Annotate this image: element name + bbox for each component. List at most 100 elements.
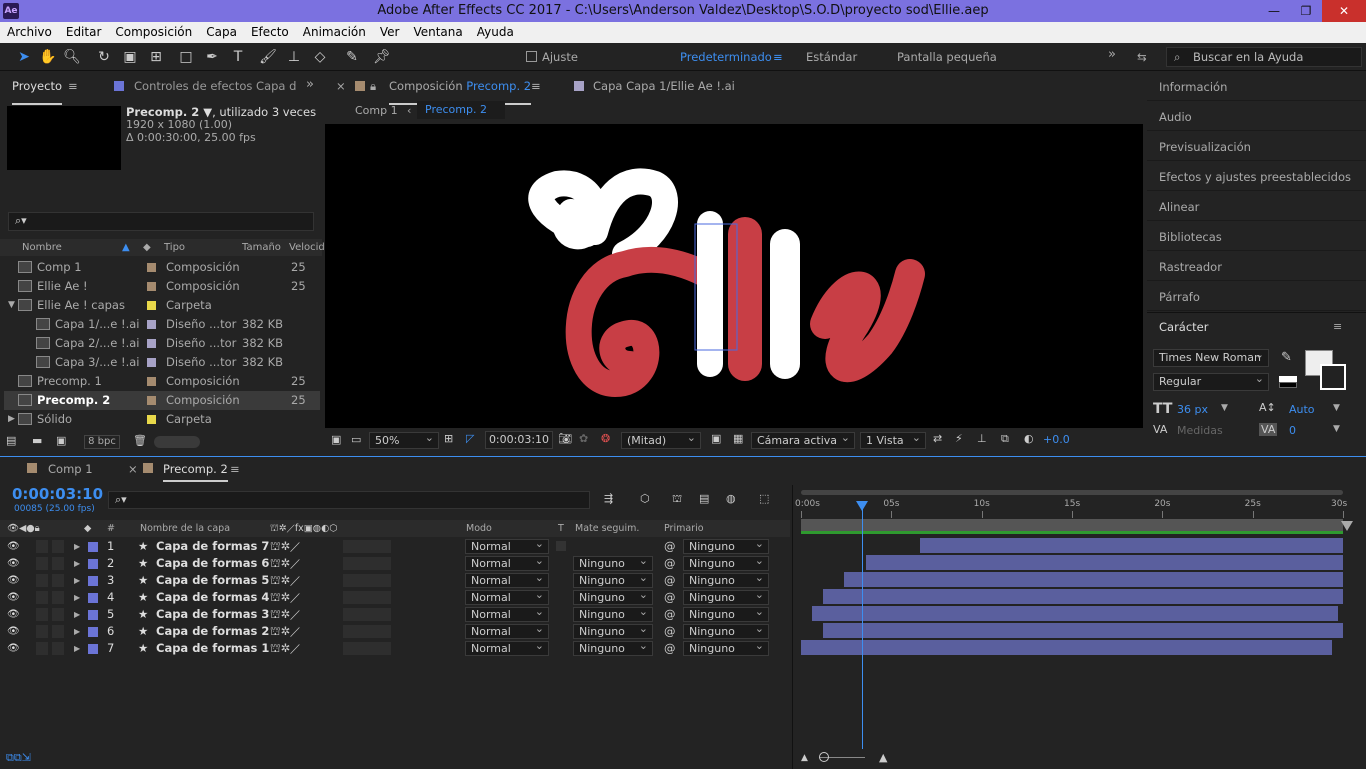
label-color[interactable] [147,377,156,386]
fast-previews-icon[interactable]: ⚡︎ [955,432,963,445]
tab-project[interactable]: Proyecto [12,79,62,105]
menu-item-5[interactable]: Animación [296,22,373,43]
snapshot-icon[interactable]: 📷︎ [558,432,572,445]
col-mode[interactable]: Modo [466,520,492,537]
label-color[interactable] [147,358,156,367]
breadcrumb-comp1[interactable]: Comp 1 [355,104,398,117]
work-area-bar[interactable] [801,519,1343,531]
close-tab-icon[interactable]: × [336,79,346,105]
pick-whip-icon[interactable]: @ [664,606,676,623]
expand-layer-icon[interactable]: ▶ [74,640,80,657]
font-style-dropdown[interactable]: Regular [1153,371,1269,391]
rectangle-tool-icon[interactable]: □ [176,47,196,67]
pick-whip-icon[interactable]: @ [664,640,676,657]
matte-dropdown[interactable]: Ninguno [573,554,653,571]
pick-whip-icon[interactable]: @ [664,572,676,589]
label-column-icon[interactable]: ◆ [143,239,151,256]
bpc-button[interactable]: 8 bpc [84,435,120,449]
mask-visibility-icon[interactable]: ◸ [466,432,474,445]
collapse-folder-icon[interactable]: ▶ [8,410,15,429]
layer-switch-boxes[interactable] [343,591,391,604]
solo-switch[interactable] [36,642,48,655]
frame-blending-icon[interactable]: ▤ [699,492,709,505]
workspace-standard[interactable]: Estándar [806,50,857,64]
comp-mini-flowchart-icon[interactable]: ⇶ [604,492,613,505]
label-color[interactable] [147,263,156,272]
layer-switches-icons[interactable]: ⛫✲⟋ [270,606,300,623]
pan-behind-tool-icon[interactable]: ⊞ [146,47,166,67]
shy-layers-icon[interactable]: ⛫ [672,492,682,507]
layer-switch-boxes[interactable] [343,574,391,587]
layer-row[interactable]: 👁︎ ▶ 5 ★ Capa de formas 3⛫✲⟋ Normal Ninguno @ Ni… [0,605,790,623]
layer-label-color[interactable] [88,627,98,637]
visibility-eye-icon[interactable]: 👁︎ [7,572,20,589]
resolution-dropdown[interactable]: (Mitad) [621,430,701,449]
black-swatch[interactable] [1279,382,1297,388]
solo-switch[interactable] [36,540,48,553]
eraser-tool-icon[interactable]: ◇ [310,47,330,67]
menu-item-6[interactable]: Ver [373,22,407,43]
timeline-search-input[interactable]: ⌕▾ [108,491,590,509]
leading-dropdown-icon[interactable]: ▼ [1333,403,1340,413]
layer-switches-icons[interactable]: ⛫✲⟋ [270,623,300,640]
blend-mode-dropdown[interactable]: Normal [465,605,549,622]
layer-switches-icons[interactable]: ⛫✲⟋ [270,640,300,657]
zoom-dropdown[interactable]: 50% [369,430,439,449]
label-color[interactable] [147,320,156,329]
restore-icon[interactable]: ❐ [1290,0,1322,22]
clone-stamp-tool-icon[interactable]: ⊥ [284,47,304,67]
solo-switch[interactable] [36,608,48,621]
layer-label-color[interactable] [88,559,98,569]
parent-dropdown[interactable]: Ninguno [683,622,769,639]
solo-switch[interactable] [36,574,48,587]
layer-row[interactable]: 👁︎ ▶ 4 ★ Capa de formas 4⛫✲⟋ Normal Ninguno @ Ni… [0,588,790,606]
pick-whip-icon[interactable]: @ [664,623,676,640]
layer-switches-icons[interactable]: ⛫✲⟋ [270,538,300,555]
new-comp-icon[interactable]: ▣ [56,434,66,447]
lock-switch[interactable] [52,574,64,587]
matte-dropdown[interactable]: Ninguno [573,639,653,656]
timeline-icon[interactable]: ⊥ [977,432,987,445]
visibility-eye-icon[interactable]: 👁︎ [7,640,20,657]
expand-layer-icon[interactable]: ▶ [74,623,80,640]
comp-name[interactable]: Precomp. 2 ▼ [126,105,212,119]
expand-layer-icon[interactable]: ▶ [74,606,80,623]
layer-duration-bar[interactable] [822,589,1343,604]
time-ruler[interactable]: 0:00s 05s 10s 15s 20s 25s 30s [793,497,1366,519]
layer-label-color[interactable] [88,593,98,603]
font-family-dropdown[interactable]: Times New Roman [1153,347,1269,367]
col-speed[interactable]: Velocid [289,239,325,256]
matte-dropdown[interactable]: Ninguno [573,605,653,622]
timeline-current-time[interactable]: 0:00:03:10 [12,485,103,503]
layer-switches-icons[interactable]: ⛫✲⟋ [270,589,300,606]
flowchart-icon[interactable]: ⧉ [1001,432,1009,446]
project-search-input[interactable]: ⌕▾ [8,212,314,231]
layer-duration-bar[interactable] [844,572,1343,587]
menu-item-1[interactable]: Editar [59,22,109,43]
zoom-slider-handle[interactable] [819,752,829,762]
viewer-time-display[interactable]: 0:00:03:10 [485,431,553,449]
expand-layer-icon[interactable]: ▶ [74,572,80,589]
lock-switch[interactable] [52,625,64,638]
type-tool-icon[interactable]: T [228,47,248,67]
pen-tool-icon[interactable]: ✒ [202,47,222,67]
timeline-menu-icon[interactable]: ≡ [230,462,240,488]
project-item[interactable]: Ellie Ae ! Composición 25 [4,277,320,296]
lock-switch[interactable] [52,557,64,570]
layer-row[interactable]: 👁︎ ▶ 1 ★ Capa de formas 7⛫✲⟋ Normal @ Ninguno [0,537,790,555]
layer-label-color[interactable] [88,644,98,654]
visibility-eye-icon[interactable]: 👁︎ [7,538,20,555]
timeline-footer-icons[interactable]: ⧉⧉⇲ [6,751,31,765]
selection-tool-icon[interactable]: ➤ [14,47,34,67]
menu-item-2[interactable]: Composición [108,22,199,43]
layer-name[interactable]: Capa de formas 1 [156,640,269,657]
lock-switch[interactable] [52,608,64,621]
draft-3d-icon[interactable]: ⬡ [640,492,650,505]
layer-switches-icons[interactable]: ⛫✲⟋ [270,555,300,572]
blend-mode-dropdown[interactable]: Normal [465,639,549,656]
visibility-eye-icon[interactable]: 👁︎ [7,589,20,606]
camera-tool-icon[interactable]: ▣ [120,47,140,67]
blend-mode-dropdown[interactable]: Normal [465,537,549,554]
col-size[interactable]: Tamaño [242,239,281,256]
parent-dropdown[interactable]: Ninguno [683,571,769,588]
